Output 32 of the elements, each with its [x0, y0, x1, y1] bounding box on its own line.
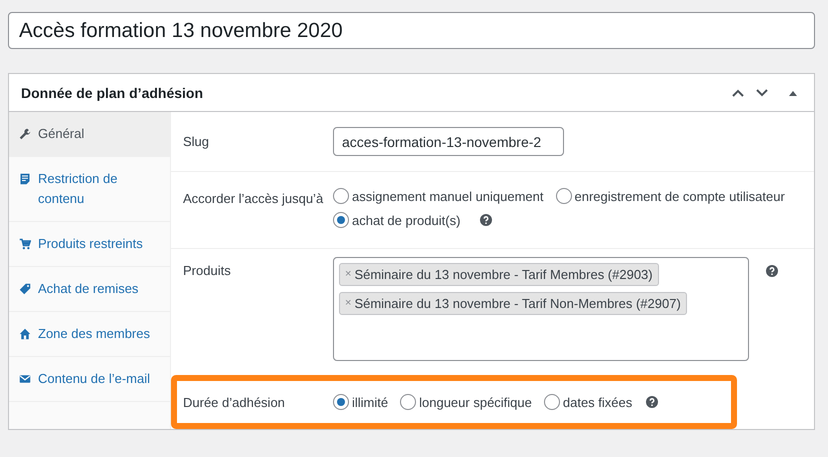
product-tag: × Séminaire du 13 novembre - Tarif Non-Membres (#2907) [339, 292, 687, 315]
field-label: Produits [183, 262, 232, 280]
field-label: Slug [183, 134, 210, 149]
triangle-up-icon [788, 88, 798, 96]
radio-button[interactable] [333, 394, 349, 410]
radio-button[interactable] [333, 212, 349, 228]
slug-field[interactable]: acces-formation-13-novembre-2 [333, 127, 564, 156]
tag-icon [19, 283, 31, 295]
radio-button[interactable] [333, 188, 349, 204]
product-tag: × Séminaire du 13 novembre - Tarif Membres (#2903) [339, 263, 659, 286]
mail-icon [19, 373, 31, 385]
radio-option[interactable]: longueur spécifique [400, 394, 532, 410]
radio-option[interactable]: enregistrement de compte utilisateur [556, 188, 785, 204]
doc-icon [19, 173, 31, 185]
panel-title: Donnée de plan d’adhésion [21, 84, 204, 100]
help-icon[interactable] [646, 396, 658, 408]
help-icon[interactable] [480, 214, 492, 226]
cart-icon [19, 238, 31, 250]
radio-option[interactable]: achat de produit(s) [333, 212, 460, 228]
radio-option[interactable]: assignement manuel uniquement [333, 188, 544, 204]
help-icon[interactable] [766, 265, 778, 277]
field-label: Durée d’adhésion [183, 394, 286, 410]
radio-button[interactable] [544, 394, 560, 410]
sidebar-tab[interactable]: Général [9, 112, 170, 157]
radio-option[interactable]: dates fixées [544, 394, 632, 410]
field-label: Accorder l’accès jusqu’à [183, 190, 324, 208]
home-icon [19, 328, 31, 340]
wrench-icon [19, 128, 31, 140]
radio-option[interactable]: illimité [333, 394, 388, 410]
radio-button[interactable] [400, 394, 416, 410]
radio-button[interactable] [556, 188, 572, 204]
title-field[interactable]: Accès formation 13 novembre 2020 [8, 12, 815, 49]
